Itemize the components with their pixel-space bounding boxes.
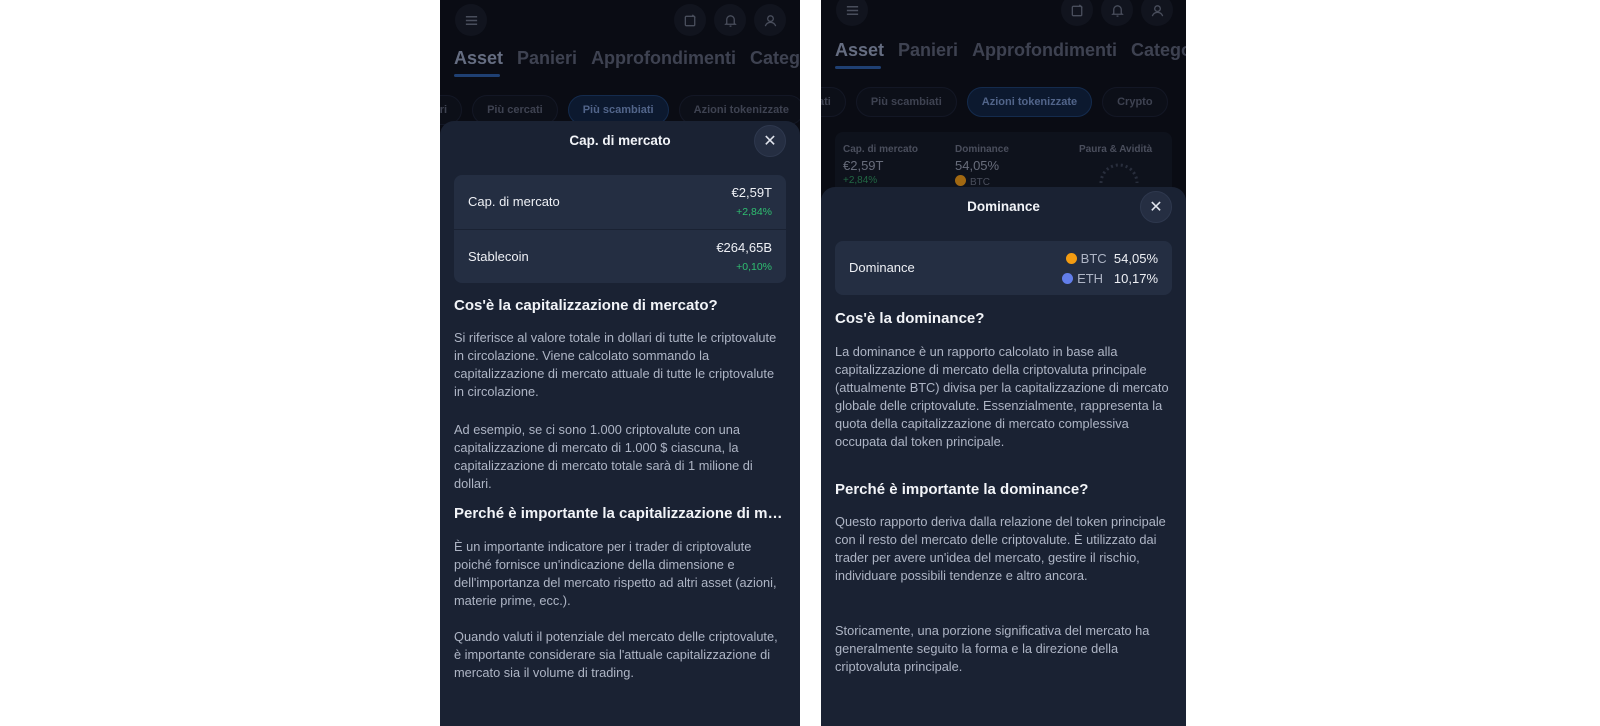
btc-dominance: BTC 54,05% [1065, 251, 1158, 266]
row-value: €264,65B [716, 240, 772, 255]
eth-icon [1062, 273, 1074, 284]
paragraph: Si riferisce al valore totale in dollari… [454, 330, 777, 399]
paragraph: Quando valuti il potenziale del mercato … [454, 629, 778, 680]
close-icon: ✕ [763, 133, 777, 150]
market-cap-screen: AssetPanieriApprofondimentiCategorie ori… [440, 0, 800, 726]
btc-label: BTC [1080, 251, 1107, 266]
list-item: Cap. di mercato €2,59T +2,84% [454, 175, 786, 229]
section-heading: Cos'è la dominance? [835, 310, 985, 327]
eth-label: ETH [1077, 271, 1104, 286]
market-cap-card: Cap. di mercato €2,59T +2,84% Stablecoin… [454, 175, 786, 283]
market-cap-sheet: Cap. di mercato ✕ Cap. di mercato €2,59T… [440, 121, 800, 726]
section-heading: Perché è importante la capitalizzazione … [454, 505, 786, 522]
row-label: Stablecoin [468, 249, 529, 264]
list-item: Stablecoin €264,65B +0,10% [454, 229, 786, 283]
eth-dominance: ETH 10,17% [1062, 271, 1158, 286]
eth-value: 10,17% [1113, 271, 1158, 286]
paragraph: È un importante indicatore per i trader … [454, 539, 777, 608]
paragraph: Questo rapporto deriva dalla relazione d… [835, 514, 1166, 583]
dominance-sheet: Dominance ✕ Dominance BTC 54,05% ETH 10,… [821, 187, 1186, 726]
close-button[interactable]: ✕ [754, 125, 786, 157]
row-value: €2,59T [731, 185, 772, 200]
row-change: +0,10% [736, 261, 772, 273]
row-change: +2,84% [736, 206, 772, 218]
btc-icon [1065, 253, 1077, 264]
section-heading: Cos'è la capitalizzazione di mercato? [454, 297, 718, 314]
row-label: Dominance [849, 260, 915, 275]
dominance-card: Dominance BTC 54,05% ETH 10,17% [835, 241, 1172, 295]
dominance-screen: AssetPanieriApprofondimentiCategorie ati… [821, 0, 1186, 726]
close-icon: ✕ [1149, 199, 1163, 216]
paragraph: La dominance è un rapporto calcolato in … [835, 344, 1169, 449]
section-heading: Perché è importante la dominance? [835, 481, 1089, 498]
paragraph: Storicamente, una porzione significativa… [835, 623, 1150, 674]
paragraph: Ad esempio, se ci sono 1.000 criptovalut… [454, 422, 753, 491]
sheet-title: Cap. di mercato [569, 133, 671, 148]
sheet-title: Dominance [967, 199, 1040, 214]
row-label: Cap. di mercato [468, 194, 560, 209]
btc-value: 54,05% [1113, 251, 1158, 266]
close-button[interactable]: ✕ [1140, 191, 1172, 223]
